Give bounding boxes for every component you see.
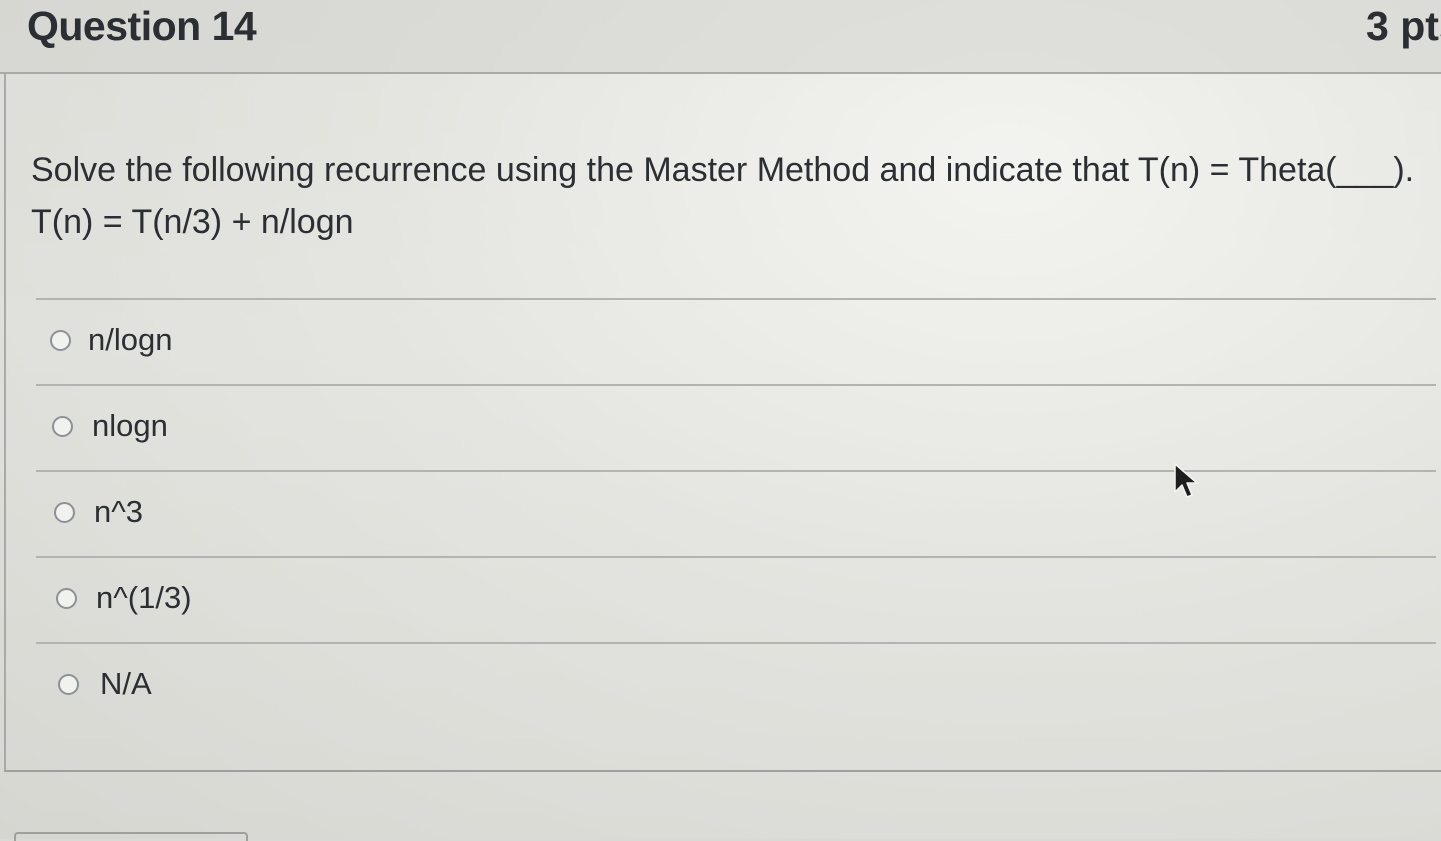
radio-button[interactable] [50, 330, 71, 351]
prompt-line-2: T(n) = T(n/3) + n/logn [31, 203, 354, 241]
question-header: Question 14 3 pts [0, 0, 1441, 74]
next-section-edge [14, 832, 248, 841]
radio-button[interactable] [58, 674, 79, 695]
answer-option[interactable]: n^(1/3) [36, 556, 1436, 642]
prompt-line-1: Solve the following recurrence using the… [31, 151, 1415, 189]
mouse-pointer-icon [1174, 463, 1198, 498]
answer-list: n/logn nlogn n^3 n^(1/3) N/A [36, 298, 1436, 728]
question-title: Question 14 [27, 3, 257, 49]
radio-button[interactable] [52, 416, 73, 437]
answer-label[interactable]: n/logn [88, 322, 172, 358]
answer-option[interactable]: N/A [36, 642, 1436, 728]
answer-option[interactable]: nlogn [36, 384, 1436, 470]
answer-label[interactable]: n^(1/3) [96, 580, 192, 616]
radio-button[interactable] [56, 588, 77, 609]
question-points: 3 pts [1366, 3, 1441, 49]
answer-option[interactable]: n/logn [36, 298, 1436, 384]
answer-label[interactable]: nlogn [92, 408, 168, 444]
answer-label[interactable]: N/A [100, 666, 152, 702]
answer-option[interactable]: n^3 [36, 470, 1436, 556]
radio-button[interactable] [54, 502, 75, 523]
question-prompt: Solve the following recurrence using the… [31, 144, 1414, 248]
answer-label[interactable]: n^3 [94, 494, 143, 530]
